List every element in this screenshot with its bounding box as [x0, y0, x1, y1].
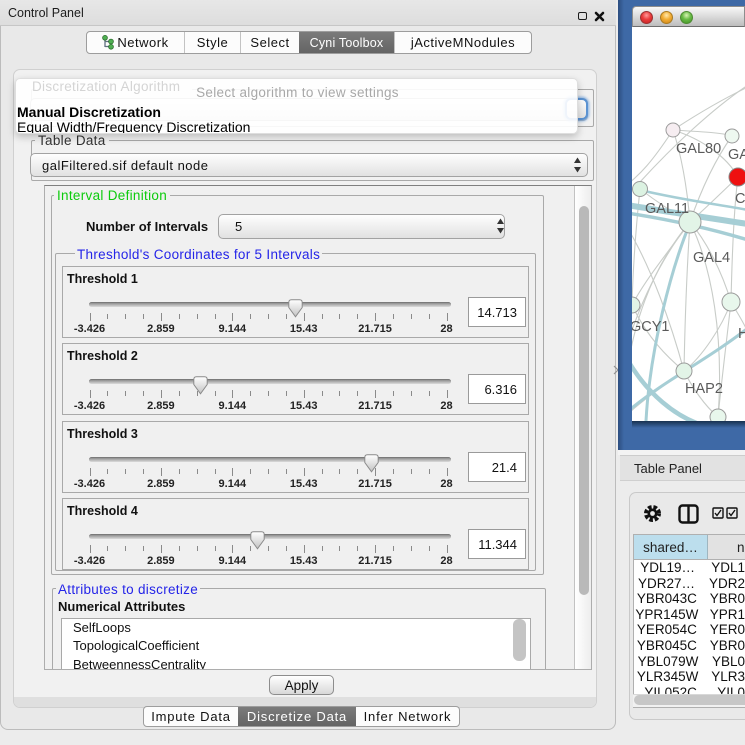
svg-text:GAL80: GAL80 — [676, 141, 721, 157]
svg-text:GAL11: GAL11 — [645, 201, 689, 217]
svg-text:GAL4: GAL4 — [693, 250, 730, 266]
svg-text:C: C — [735, 191, 745, 207]
svg-text:GAL: GAL — [728, 147, 745, 163]
svg-text:HAP2: HAP2 — [685, 381, 723, 397]
svg-text:GCY1: GCY1 — [632, 319, 670, 335]
svg-text:H: H — [738, 326, 745, 342]
